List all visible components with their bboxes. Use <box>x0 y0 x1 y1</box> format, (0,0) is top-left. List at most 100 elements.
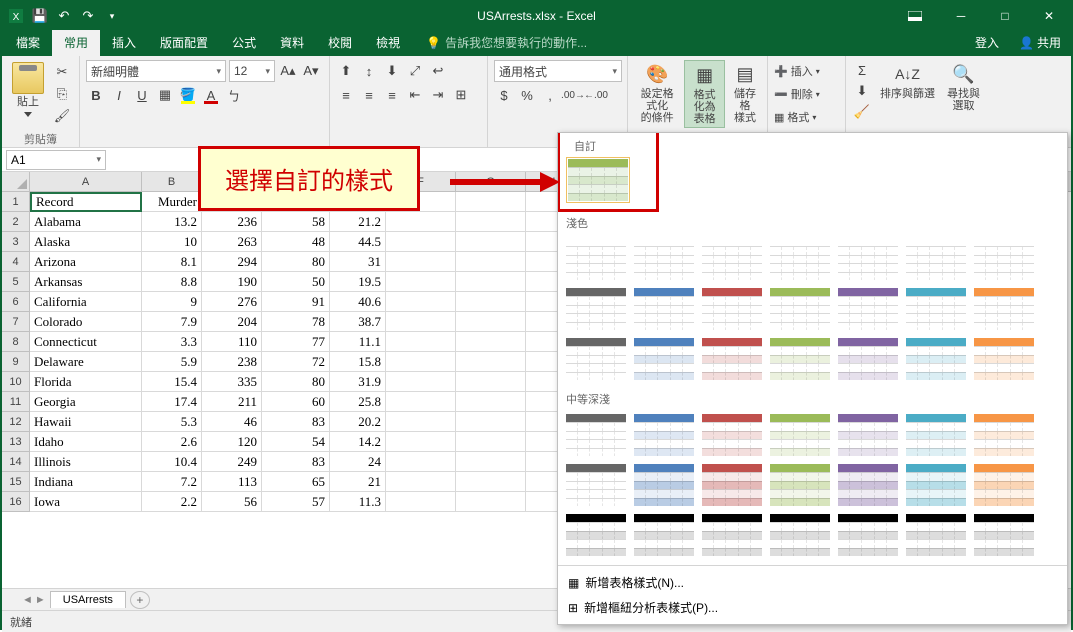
cell[interactable]: 335 <box>202 372 262 392</box>
table-style-thumb[interactable] <box>768 336 832 382</box>
tab-data[interactable]: 資料 <box>268 30 316 56</box>
tab-file[interactable]: 檔案 <box>4 30 52 56</box>
table-style-thumb[interactable] <box>566 157 630 203</box>
cell[interactable]: 190 <box>202 272 262 292</box>
sheet-tab-active[interactable]: USArrests <box>50 591 126 608</box>
cell[interactable] <box>386 212 456 232</box>
align-center-icon[interactable]: ≡ <box>359 85 379 105</box>
table-style-thumb[interactable] <box>972 286 1036 332</box>
cell[interactable]: 50 <box>262 272 330 292</box>
table-style-thumb[interactable] <box>768 236 832 282</box>
font-size-combo[interactable]: 12▾ <box>229 60 275 82</box>
table-style-thumb[interactable] <box>700 236 764 282</box>
cell[interactable]: 249 <box>202 452 262 472</box>
cell[interactable]: 21.2 <box>330 212 386 232</box>
row-header[interactable]: 4 <box>2 252 29 272</box>
table-style-thumb[interactable] <box>768 512 832 558</box>
cell[interactable]: Florida <box>30 372 142 392</box>
cell[interactable] <box>456 252 526 272</box>
cell[interactable]: 211 <box>202 392 262 412</box>
cell[interactable]: 60 <box>262 392 330 412</box>
cell[interactable]: Indiana <box>30 472 142 492</box>
table-style-thumb[interactable] <box>904 512 968 558</box>
currency-button[interactable]: $ <box>494 85 514 105</box>
cell[interactable]: Hawaii <box>30 412 142 432</box>
table-style-thumb[interactable] <box>768 462 832 508</box>
table-style-thumb[interactable] <box>904 286 968 332</box>
tell-me[interactable]: 💡告訴我您想要執行的動作... <box>418 30 595 56</box>
cell[interactable]: 56 <box>202 492 262 512</box>
cell[interactable]: Murder <box>142 192 202 212</box>
row-header[interactable]: 1 <box>2 192 29 212</box>
percent-button[interactable]: % <box>517 85 537 105</box>
maximize-button[interactable]: □ <box>983 2 1027 30</box>
cell[interactable] <box>456 232 526 252</box>
cell[interactable]: 13.2 <box>142 212 202 232</box>
column-header[interactable]: A <box>30 172 142 191</box>
paste-button[interactable]: 貼上 <box>8 60 48 122</box>
cell[interactable]: 72 <box>262 352 330 372</box>
font-color-button[interactable]: A <box>201 85 221 105</box>
table-style-thumb[interactable] <box>700 412 764 458</box>
row-header[interactable]: 9 <box>2 352 29 372</box>
cell[interactable]: 25.8 <box>330 392 386 412</box>
table-style-thumb[interactable] <box>768 412 832 458</box>
format-painter-icon[interactable]: 🖌 <box>52 106 72 126</box>
clear-icon[interactable]: 🧹 <box>852 102 872 122</box>
cell[interactable] <box>456 272 526 292</box>
cell[interactable]: 3.3 <box>142 332 202 352</box>
cell[interactable]: 8.1 <box>142 252 202 272</box>
row-header[interactable]: 8 <box>2 332 29 352</box>
cell[interactable] <box>456 332 526 352</box>
table-style-thumb[interactable] <box>632 286 696 332</box>
number-format-combo[interactable]: 通用格式▾ <box>494 60 622 82</box>
find-select-button[interactable]: 🔍 尋找與 選取 <box>943 60 984 114</box>
autosum-icon[interactable]: Σ <box>852 60 872 80</box>
align-left-icon[interactable]: ≡ <box>336 85 356 105</box>
cell[interactable]: Connecticut <box>30 332 142 352</box>
undo-icon[interactable]: ↶ <box>56 8 72 24</box>
align-right-icon[interactable]: ≡ <box>382 85 402 105</box>
cell[interactable]: Georgia <box>30 392 142 412</box>
align-middle-icon[interactable]: ↕ <box>359 61 379 81</box>
row-header[interactable]: 10 <box>2 372 29 392</box>
cell[interactable]: 38.7 <box>330 312 386 332</box>
orientation-icon[interactable]: ⤢ <box>405 61 425 81</box>
table-style-thumb[interactable] <box>632 412 696 458</box>
table-style-thumb[interactable] <box>768 286 832 332</box>
cell[interactable]: 113 <box>202 472 262 492</box>
cell[interactable]: 40.6 <box>330 292 386 312</box>
cell[interactable]: California <box>30 292 142 312</box>
table-style-thumb[interactable] <box>836 412 900 458</box>
table-style-thumb[interactable] <box>700 462 764 508</box>
tab-formulas[interactable]: 公式 <box>220 30 268 56</box>
cell[interactable]: 236 <box>202 212 262 232</box>
row-header[interactable]: 7 <box>2 312 29 332</box>
cell[interactable] <box>456 292 526 312</box>
cell[interactable] <box>386 412 456 432</box>
row-header[interactable]: 2 <box>2 212 29 232</box>
cell[interactable] <box>386 292 456 312</box>
cell[interactable]: 78 <box>262 312 330 332</box>
cell[interactable]: Iowa <box>30 492 142 512</box>
table-style-thumb[interactable] <box>904 236 968 282</box>
cell[interactable] <box>386 472 456 492</box>
phonetic-button[interactable]: ㄅ <box>224 85 244 105</box>
cell[interactable] <box>456 392 526 412</box>
cell[interactable]: 65 <box>262 472 330 492</box>
cell[interactable]: Arizona <box>30 252 142 272</box>
cell[interactable]: 10.4 <box>142 452 202 472</box>
sheet-nav-next-icon[interactable]: ► <box>35 594 46 606</box>
table-style-thumb[interactable] <box>904 462 968 508</box>
row-header[interactable]: 6 <box>2 292 29 312</box>
cell[interactable]: 80 <box>262 372 330 392</box>
table-style-thumb[interactable] <box>564 236 628 282</box>
cell[interactable] <box>386 332 456 352</box>
cell-styles-button[interactable]: ▤ 儲存格 樣式 <box>729 60 761 126</box>
italic-button[interactable]: I <box>109 85 129 105</box>
cell[interactable] <box>456 492 526 512</box>
cut-icon[interactable]: ✂ <box>52 62 72 82</box>
align-bottom-icon[interactable]: ⬇ <box>382 61 402 81</box>
cell[interactable]: Arkansas <box>30 272 142 292</box>
bold-button[interactable]: B <box>86 85 106 105</box>
